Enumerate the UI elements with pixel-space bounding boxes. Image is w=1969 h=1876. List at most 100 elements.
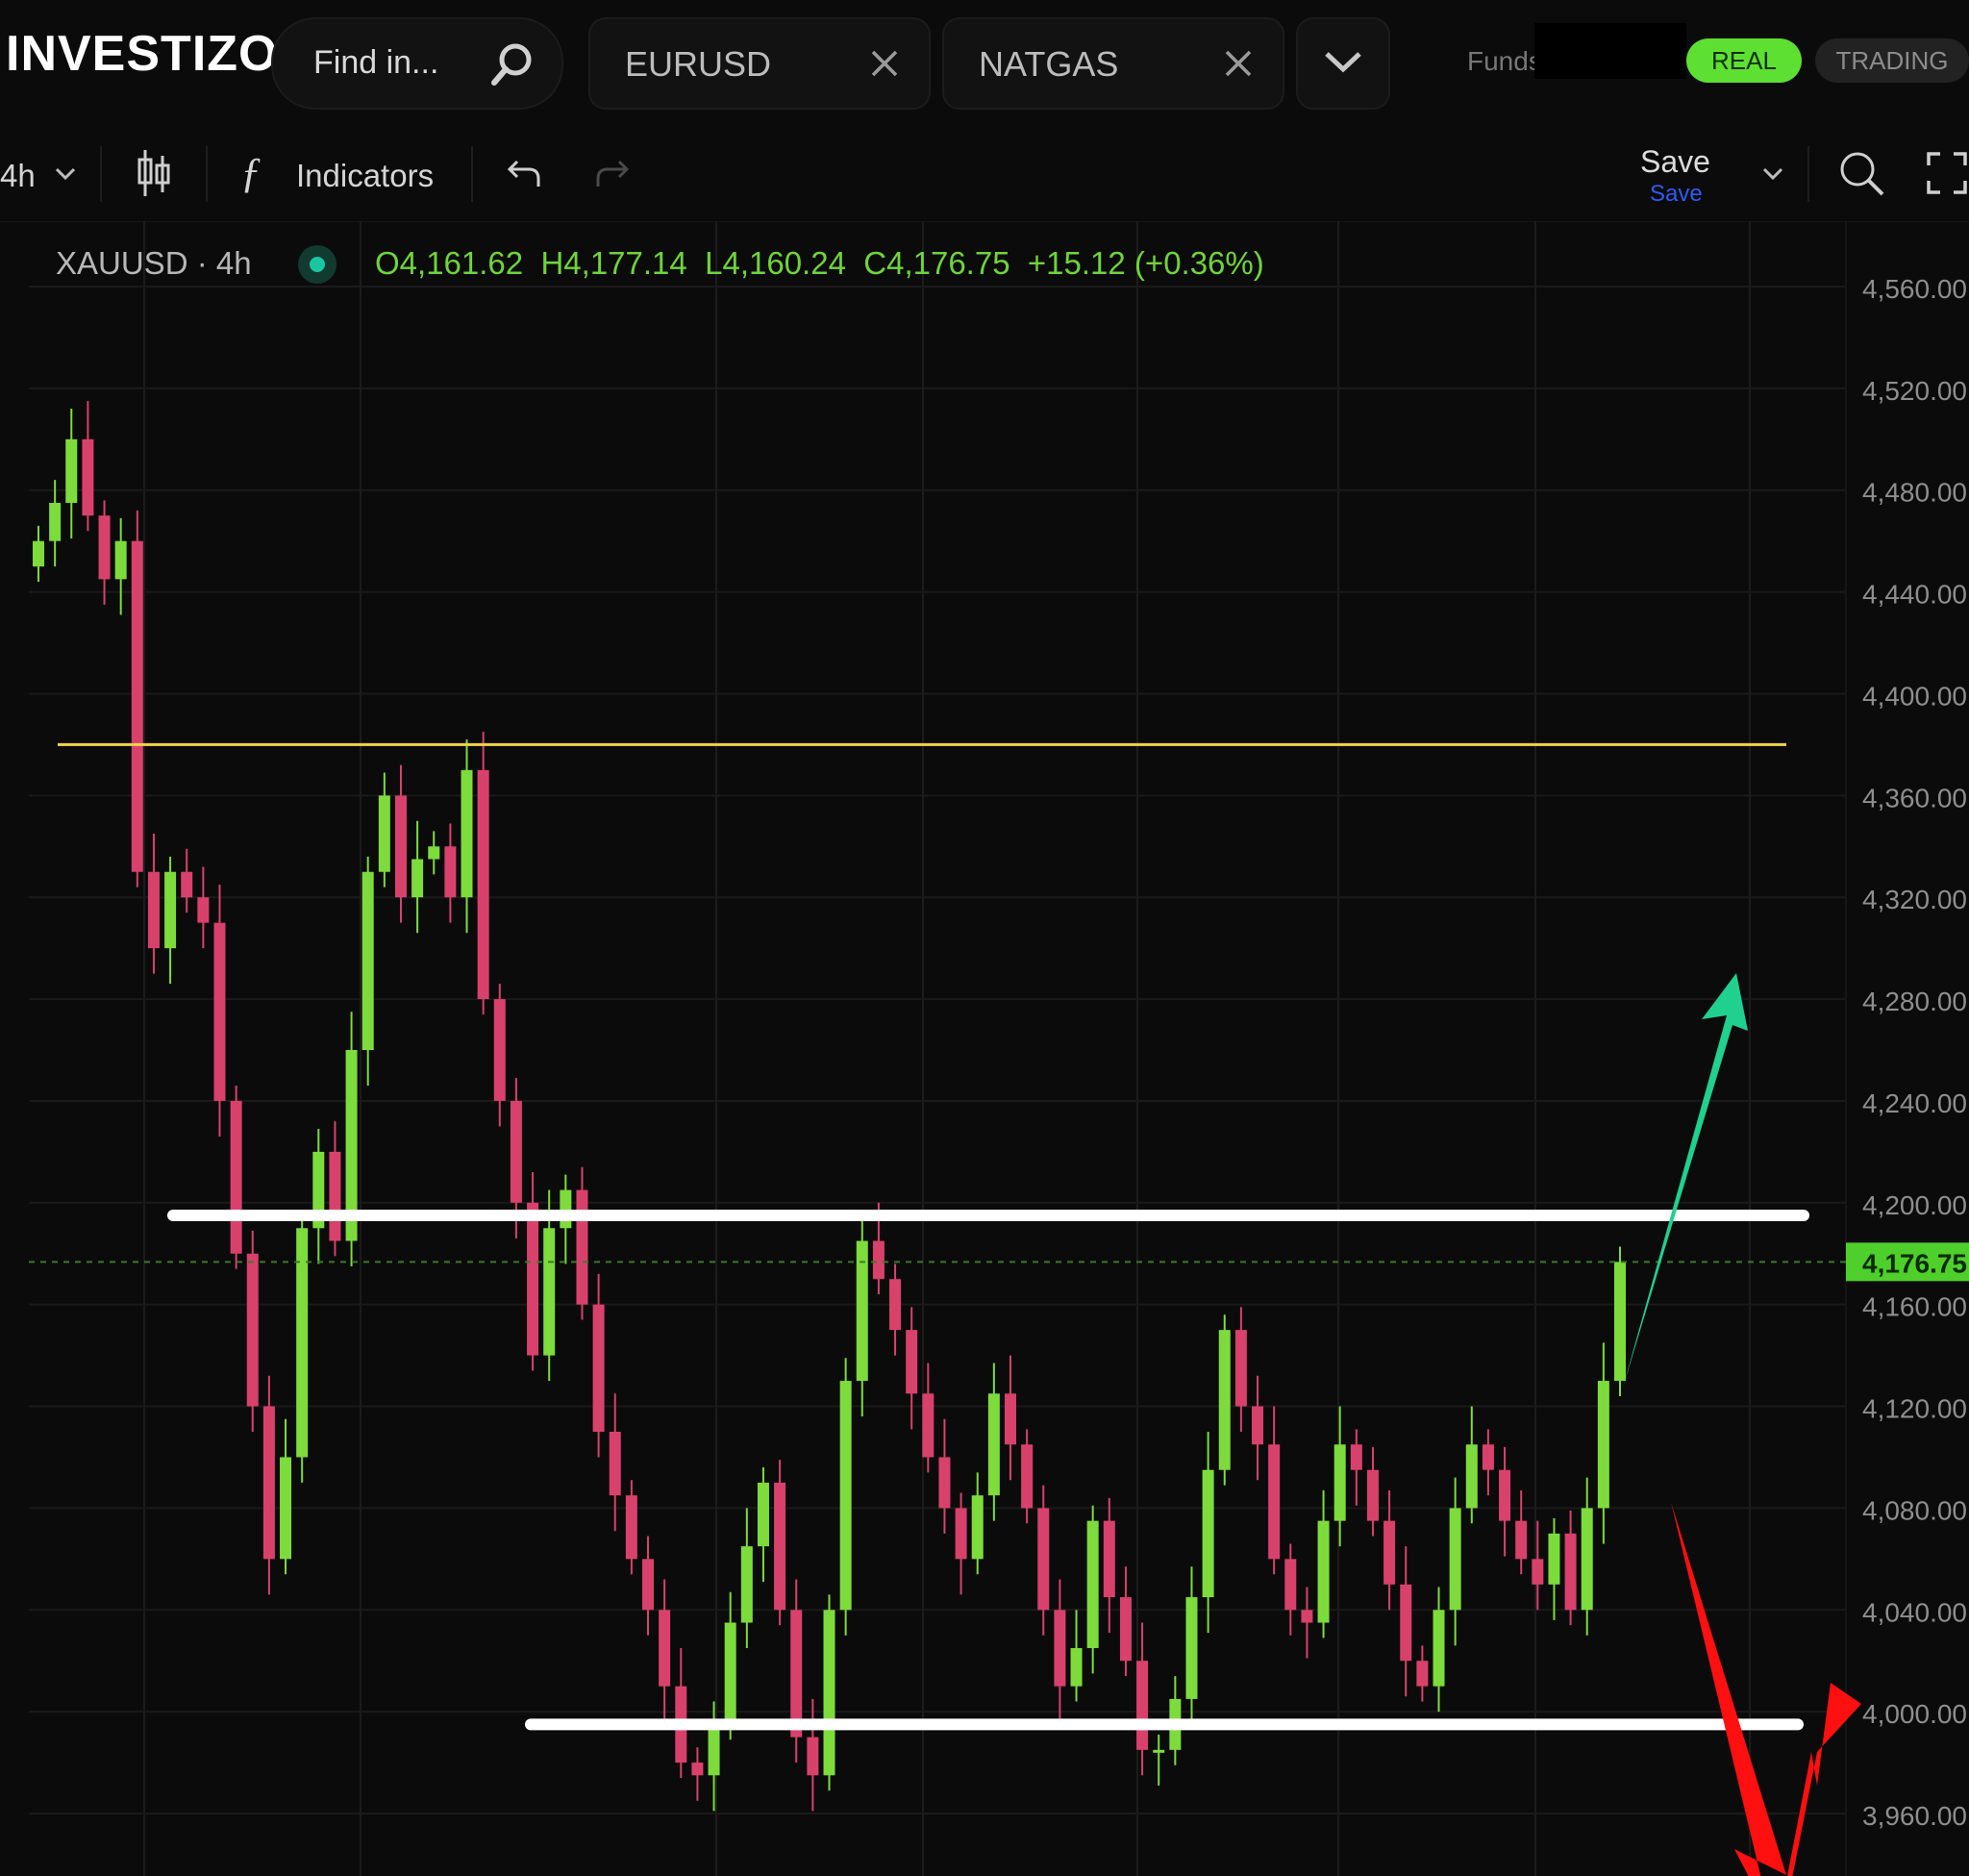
bearish-bounce-arrow	[1671, 1502, 1861, 1876]
change-value: +15.12 (+0.36%)	[1027, 245, 1264, 281]
candle-body	[1532, 1559, 1544, 1585]
y-axis-tick-label: 4,120.00	[1862, 1394, 1967, 1424]
timeframe-selector[interactable]: 4h	[0, 158, 36, 194]
price-chart[interactable]: 4,560.00 4,520.00 4,480.00 4,440.00 4,400.00…	[0, 221, 1969, 1876]
candle-body	[708, 1724, 720, 1776]
candle-body	[164, 871, 177, 949]
candle-body	[823, 1610, 835, 1776]
candle-body	[971, 1495, 984, 1560]
candle-body	[790, 1610, 803, 1738]
tabs-dropdown-button[interactable]	[1296, 17, 1390, 110]
function-icon[interactable]: ƒ	[240, 148, 262, 197]
open-value: O4,161.62	[375, 245, 524, 281]
candle-body	[1103, 1520, 1115, 1598]
candle-body	[1333, 1444, 1346, 1521]
zoom-icon[interactable]	[1836, 148, 1886, 198]
candle-body	[609, 1432, 621, 1496]
candle-body	[987, 1393, 1000, 1496]
candle-body	[1218, 1330, 1231, 1470]
funds-value-redacted	[1534, 23, 1686, 79]
bullish-arrow	[1623, 973, 1748, 1388]
candle-body	[642, 1559, 655, 1611]
fullscreen-icon[interactable]	[1925, 150, 1969, 196]
candle-body	[1185, 1597, 1198, 1699]
chevron-down-icon[interactable]	[1761, 165, 1784, 183]
save-button[interactable]: Save	[1640, 144, 1710, 180]
y-axis-tick-label: 4,400.00	[1862, 681, 1967, 711]
search-box[interactable]: Find in...	[271, 17, 563, 110]
candle-body	[280, 1457, 292, 1560]
candle-body	[65, 438, 78, 503]
candle-body	[147, 871, 160, 949]
chevron-down-icon	[1325, 52, 1361, 73]
candles-icon[interactable]	[135, 148, 173, 198]
candle-body	[1416, 1661, 1429, 1687]
indicators-button[interactable]: Indicators	[296, 158, 434, 194]
candle-body	[1515, 1520, 1528, 1560]
candle-body	[922, 1393, 935, 1458]
candle-body	[33, 540, 44, 567]
toolbar-divider	[471, 146, 473, 202]
chevron-down-icon[interactable]	[54, 165, 77, 183]
candle-body	[1153, 1749, 1165, 1753]
candle-body	[1465, 1444, 1478, 1509]
real-mode-toggle[interactable]: REAL	[1686, 38, 1802, 83]
ohlc-readout: O4,161.62 H4,177.14 L4,160.24 C4,176.75 …	[375, 245, 1264, 282]
candle-body	[213, 922, 226, 1101]
y-axis-tick-label: 3,960.00	[1862, 1801, 1967, 1831]
trading-mode-toggle[interactable]: TRADING	[1815, 38, 1969, 83]
candle-body	[131, 540, 143, 872]
top-bar: INVESTIZO Find in... EURUSD NATGAS Funds…	[0, 0, 1969, 125]
y-axis-tick-label: 4,480.00	[1862, 478, 1967, 508]
close-icon[interactable]	[1221, 46, 1256, 81]
y-axis-tick-label: 4,160.00	[1862, 1292, 1967, 1322]
candle-body	[938, 1457, 951, 1509]
candle-body	[1366, 1469, 1379, 1521]
app-logo[interactable]: INVESTIZO	[6, 25, 278, 83]
candle-body	[329, 1151, 341, 1241]
tab-label: NATGAS	[979, 44, 1119, 84]
redo-icon[interactable]	[592, 158, 631, 190]
candle-body	[98, 515, 111, 580]
candle-body	[1301, 1610, 1313, 1623]
y-axis-tick-label: 4,280.00	[1862, 987, 1967, 1016]
search-placeholder: Find in...	[313, 44, 439, 81]
candle-body	[197, 897, 210, 923]
tab-natgas[interactable]: NATGAS	[942, 17, 1284, 110]
candle-body	[691, 1763, 704, 1776]
candle-body	[1499, 1469, 1511, 1521]
y-axis-tick-label: 4,200.00	[1862, 1190, 1967, 1220]
candle-body	[906, 1330, 918, 1394]
low-value: L4,160.24	[705, 245, 846, 281]
candle-body	[724, 1622, 736, 1725]
candle-body	[1021, 1444, 1034, 1509]
candle-body	[1350, 1444, 1362, 1470]
candle-body	[1202, 1469, 1214, 1598]
candle-body	[527, 1202, 539, 1356]
toolbar-divider	[206, 146, 208, 202]
candle-body	[477, 769, 489, 1000]
market-status-indicator	[298, 245, 336, 284]
undo-icon[interactable]	[506, 158, 544, 190]
tab-eurusd[interactable]: EURUSD	[588, 17, 931, 110]
candle-body	[1037, 1508, 1050, 1611]
candle-body	[114, 540, 127, 580]
candle-body	[757, 1482, 769, 1547]
candle-body	[1581, 1508, 1593, 1611]
candle-body	[1564, 1533, 1577, 1611]
y-axis-tick-label: 4,080.00	[1862, 1495, 1967, 1525]
candle-body	[1004, 1393, 1016, 1445]
y-axis-tick-label: 4,040.00	[1862, 1597, 1967, 1627]
funds-label: Funds	[1467, 46, 1542, 76]
candle-body	[394, 795, 407, 898]
close-icon[interactable]	[867, 46, 902, 81]
candle-body	[82, 438, 94, 516]
candle-body	[181, 871, 193, 898]
toolbar-divider	[1807, 146, 1809, 202]
close-value: C4,176.75	[863, 245, 1010, 281]
candle-body	[807, 1737, 819, 1776]
candle-body	[1136, 1661, 1149, 1750]
candle-body	[576, 1189, 588, 1305]
candle-body	[1597, 1381, 1609, 1509]
save-sub-label: Save	[1650, 181, 1703, 207]
